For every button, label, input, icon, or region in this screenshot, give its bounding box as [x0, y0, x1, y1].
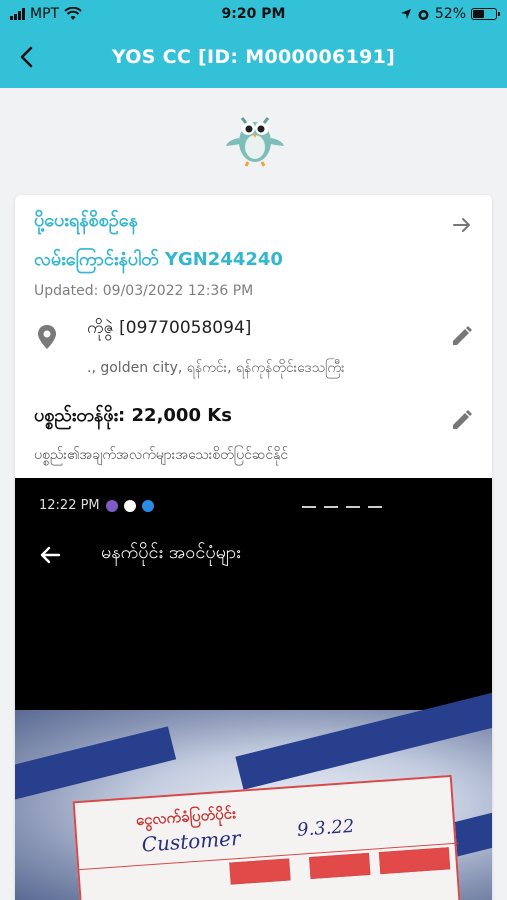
battery-percent: 52% [434, 6, 466, 22]
parcel-bag-image: ငွေလက်ခံပြတ်ပိုင်း Customer 9.3.22 [15, 684, 492, 900]
edit-receiver-pencil-icon[interactable] [450, 324, 474, 348]
messenger-icon [141, 499, 154, 512]
status-bar: MPT 9:20 PM 52% [0, 0, 507, 30]
delivery-status: ပို့ပေးရန်စိစဉ်နေ [34, 210, 138, 231]
arrow-right-icon[interactable] [450, 213, 474, 237]
page-title: YOS CC [ID: M000006191] [111, 46, 396, 68]
order-card[interactable]: ပို့ပေးရန်စိစဉ်နေ လမ်းကြောင်းနံပါတ် YGN2… [15, 195, 492, 900]
photo-status-time: 12:22 PM [39, 498, 100, 513]
item-value: ပစ္စည်းတန်ဖိုး: 22,000 Ks [34, 405, 232, 426]
back-button[interactable] [14, 42, 40, 72]
alarm-icon [418, 9, 429, 20]
updated-timestamp: Updated: 09/03/2022 12:36 PM [34, 283, 254, 299]
photo-system-icons [302, 498, 382, 508]
viber-icon [105, 499, 118, 512]
battery-icon [471, 8, 500, 20]
edit-item-pencil-icon[interactable] [450, 408, 474, 432]
route-number: လမ်းကြောင်းနံပါတ် YGN244240 [34, 249, 283, 270]
location-arrow-icon [400, 9, 411, 19]
app-badge-icon [123, 499, 136, 512]
owl-mascot-icon [226, 117, 284, 167]
parcel-photo[interactable]: 12:22 PM မနက်ပိုင်း အဝင်ပုံများ ငွေလက်ခံ… [15, 478, 492, 900]
app-header: MPT 9:20 PM 52% YOS CC [ID: M000006191] [0, 0, 507, 88]
receiver-name-phone: ကိုဇွဲ [09770058094] [87, 318, 252, 338]
location-pin-icon [38, 325, 56, 349]
slip-date: 9.3.22 [296, 815, 356, 841]
photo-screen-title: မနက်ပိုင်း အဝင်ပုံများ [101, 542, 241, 563]
item-edit-note: ပစ္စည်း၏အချက်အလက်များအသေးစိတ်ပြင်ဆင်နိုင… [34, 447, 289, 463]
photo-status-bar: 12:22 PM [39, 498, 154, 513]
photo-back-arrow-icon [40, 546, 61, 564]
receiver-address: ., golden city, ရန်ကင်း, ရန်ကုန်တိုင်းဒေ… [87, 360, 345, 376]
